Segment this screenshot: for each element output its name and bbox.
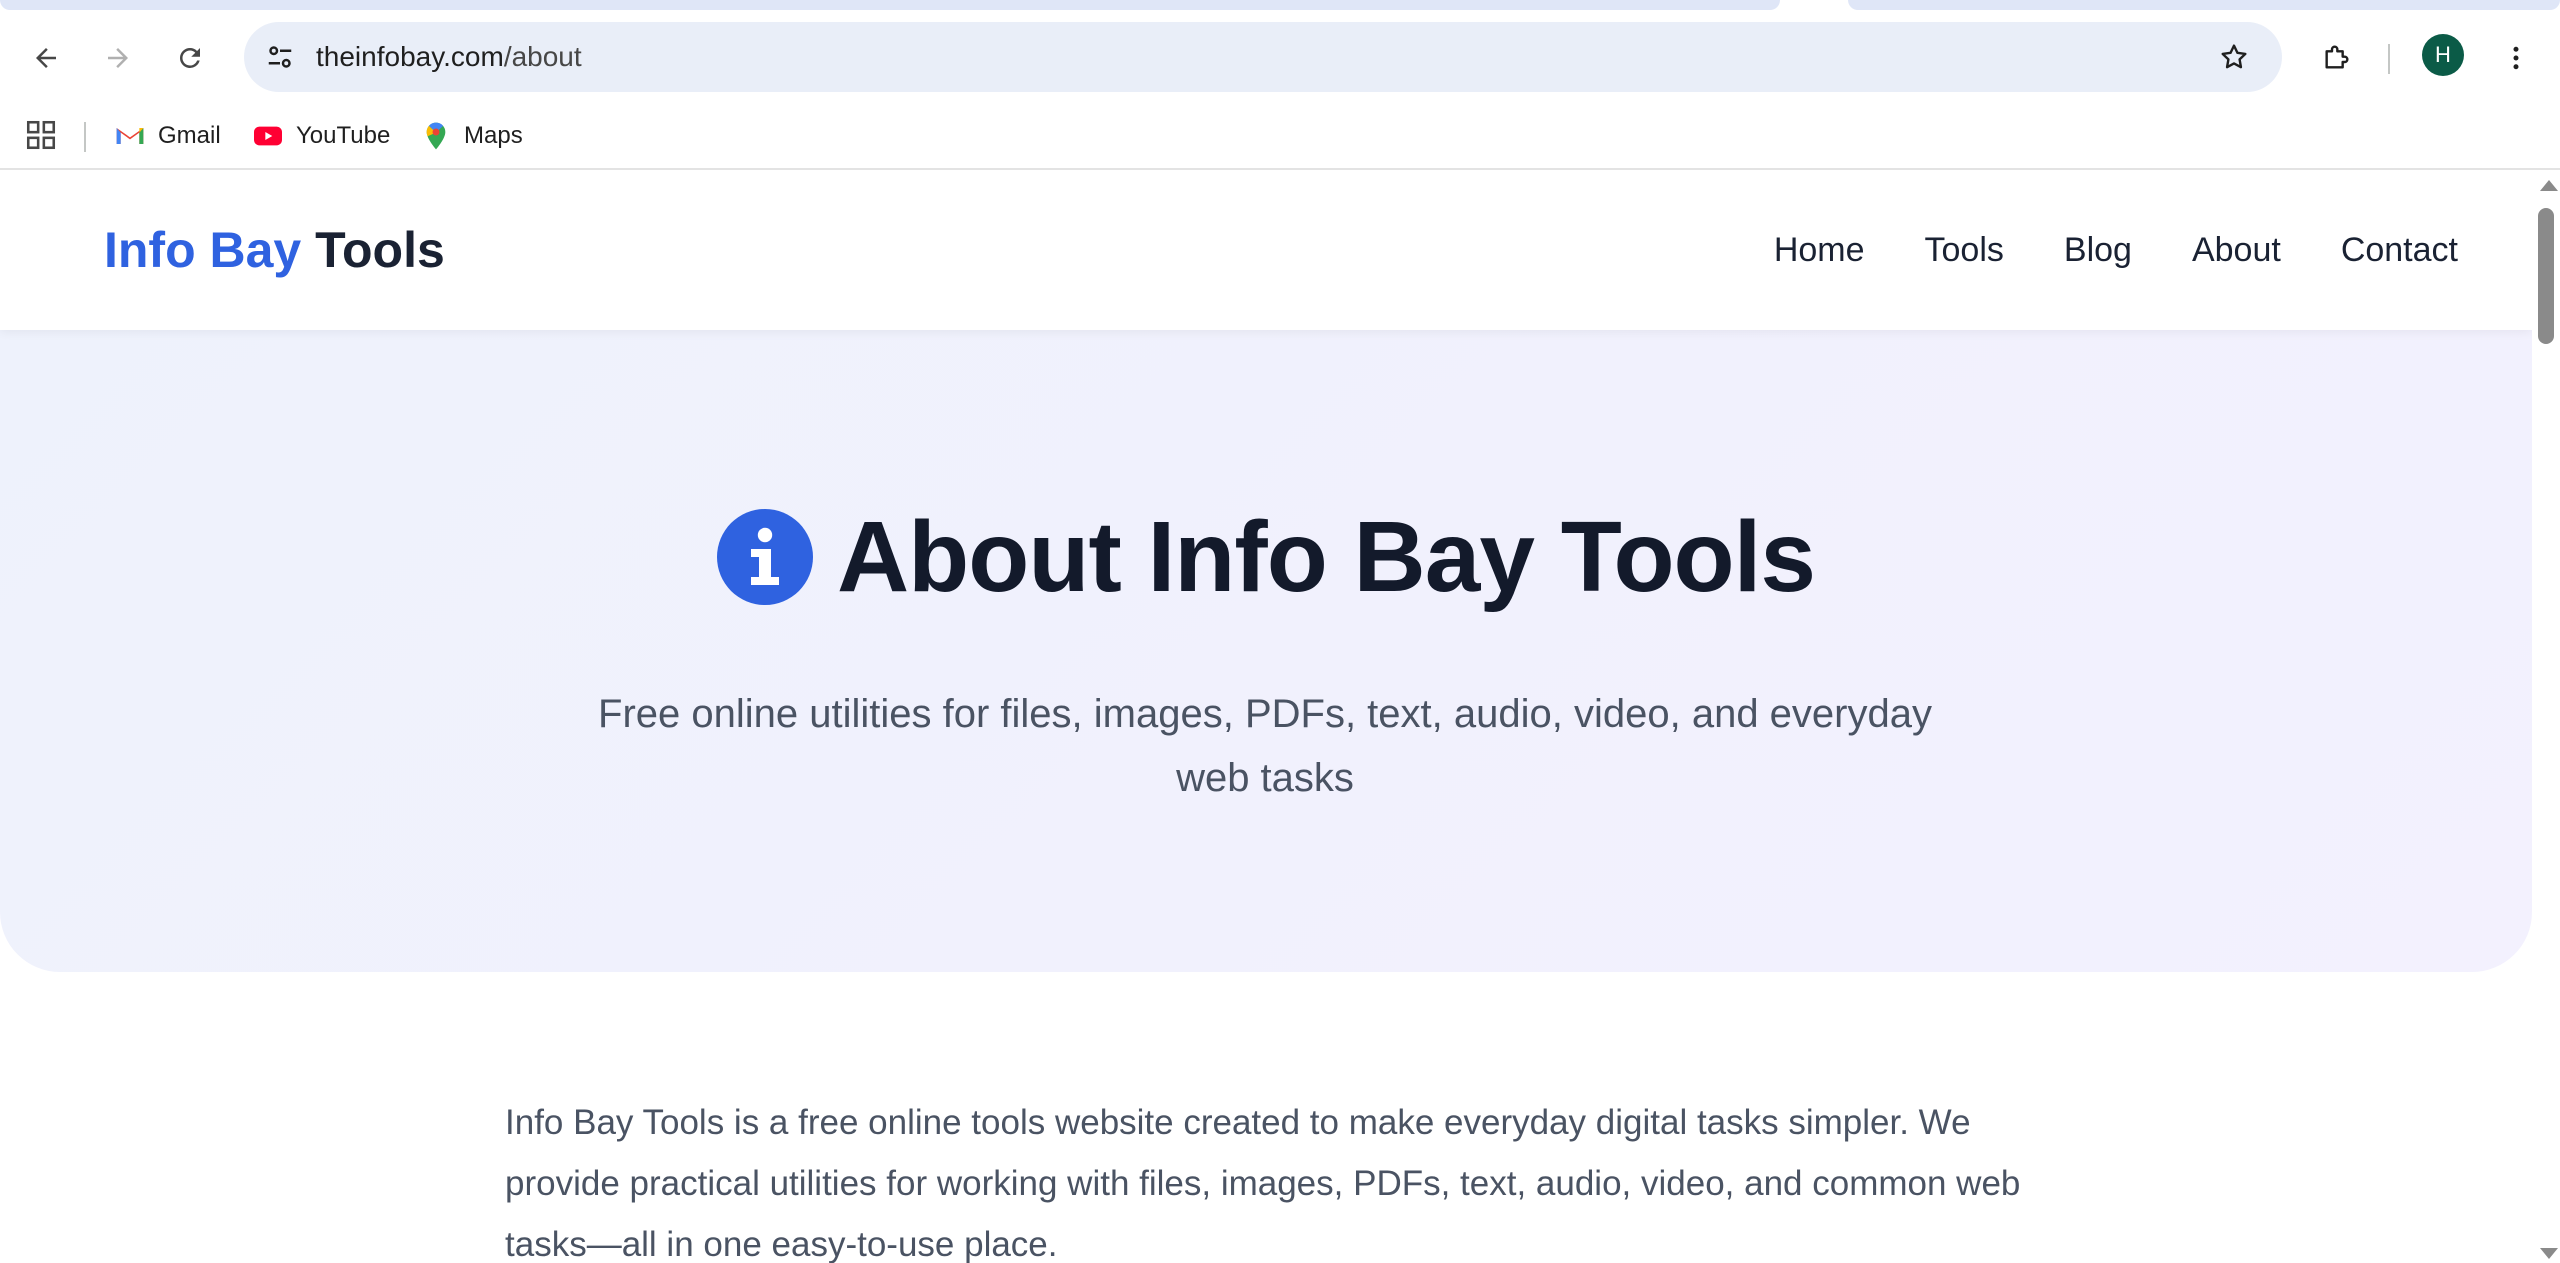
bookmark-label: Gmail <box>158 122 221 149</box>
url-path: /about <box>503 41 582 72</box>
bookmarks-bar: Gmail YouTube Maps <box>0 102 2560 170</box>
bookmark-maps[interactable]: Maps <box>420 116 523 156</box>
scrollbar-thumb[interactable] <box>2538 208 2554 344</box>
reload-button[interactable] <box>164 32 216 84</box>
scroll-down-arrow-icon[interactable] <box>2540 1248 2558 1259</box>
hero-subtitle: Free online utilities for files, images,… <box>598 692 1932 800</box>
site-logo[interactable]: Info Bay Tools <box>104 220 445 280</box>
bookmark-gmail[interactable]: Gmail <box>114 116 221 156</box>
nav-blog[interactable]: Blog <box>2064 222 2132 278</box>
nav-about[interactable]: About <box>2192 222 2281 278</box>
forward-button[interactable] <box>92 32 144 84</box>
logo-text-main: Tools <box>315 222 445 278</box>
main-nav: Home Tools Blog About Contact <box>1774 222 2458 278</box>
forward-arrow-icon <box>108 48 128 68</box>
browser-menu-button[interactable] <box>2490 32 2542 84</box>
apps-grid-icon[interactable] <box>24 118 58 152</box>
maps-icon <box>426 122 446 150</box>
bookmark-youtube[interactable]: YouTube <box>252 116 390 156</box>
youtube-icon <box>254 126 282 146</box>
url-text: theinfobay.com/about <box>316 41 582 73</box>
scroll-up-arrow-icon[interactable] <box>2540 180 2558 191</box>
more-vert-icon <box>2513 46 2519 70</box>
address-bar[interactable]: theinfobay.com/about <box>244 22 2282 92</box>
bookmarks-divider <box>84 122 86 152</box>
extensions-button[interactable] <box>2310 32 2362 84</box>
hero-heading-row: About Info Bay Tools <box>0 502 2532 612</box>
nav-contact[interactable]: Contact <box>2341 222 2458 278</box>
page-scrollbar[interactable] <box>2532 172 2560 1263</box>
puzzle-icon <box>2325 45 2349 69</box>
bookmark-star-icon[interactable] <box>2214 37 2254 77</box>
gmail-icon <box>116 128 144 144</box>
nav-tools[interactable]: Tools <box>1925 222 2004 278</box>
bookmark-label: Maps <box>464 122 523 149</box>
nav-home[interactable]: Home <box>1774 222 1865 278</box>
site-header: Info Bay Tools Home Tools Blog About Con… <box>0 172 2532 330</box>
logo-text-accent: Info Bay <box>104 222 302 278</box>
tab-strip-left[interactable] <box>0 0 1780 10</box>
profile-avatar[interactable]: H <box>2422 34 2464 76</box>
site-info-icon[interactable] <box>260 37 300 77</box>
toolbar-divider <box>2388 44 2390 74</box>
back-button[interactable] <box>20 32 72 84</box>
reload-icon <box>179 47 200 68</box>
browser-toolbar: theinfobay.com/about H <box>0 12 2560 102</box>
info-icon <box>716 509 813 605</box>
back-arrow-icon <box>36 48 56 68</box>
tab-strip <box>0 0 2560 12</box>
page-title: About Info Bay Tools <box>836 501 1816 613</box>
intro-paragraph: Info Bay Tools is a free online tools we… <box>505 1103 2021 1263</box>
url-domain: theinfobay.com <box>316 41 504 72</box>
page-viewport: Info Bay Tools Home Tools Blog About Con… <box>0 172 2532 1263</box>
bookmark-label: YouTube <box>296 122 391 149</box>
tab-strip-right[interactable] <box>1848 0 2560 10</box>
